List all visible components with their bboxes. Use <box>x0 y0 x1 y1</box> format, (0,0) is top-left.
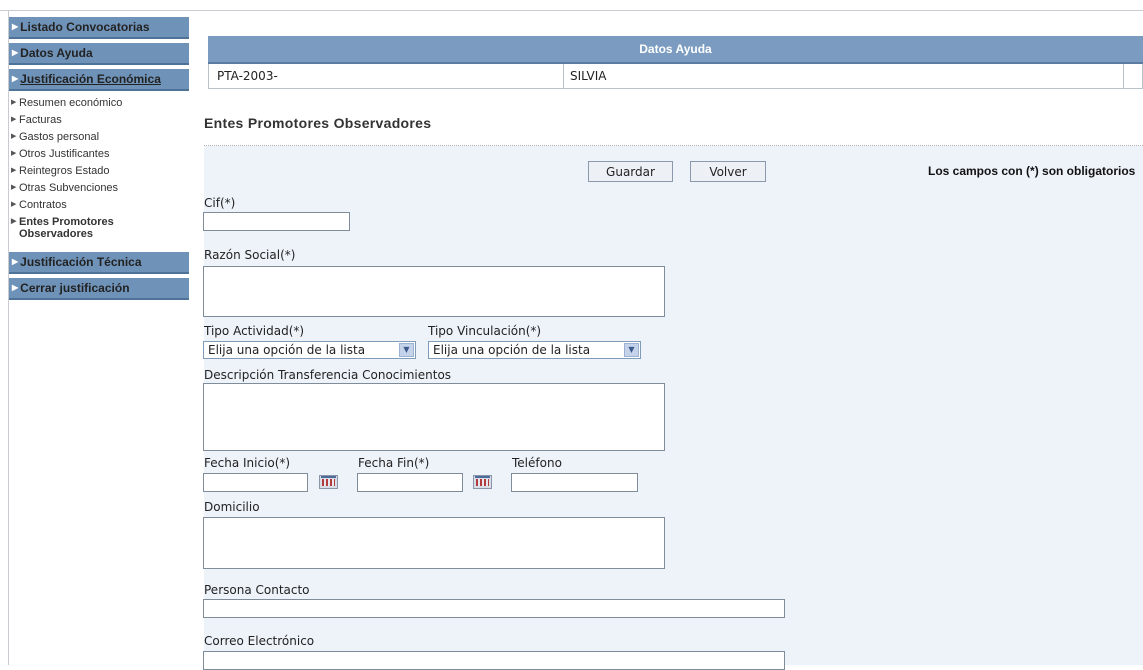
chevron-right-icon: ▶ <box>12 48 19 57</box>
nav-listado-convocatorias[interactable]: ▶ Listado Convocatorias <box>9 17 189 39</box>
chevron-right-icon: ▶ <box>12 74 19 83</box>
chevron-right-icon: ▶ <box>11 201 17 208</box>
datos-ayuda-header: Datos Ayuda <box>208 36 1143 64</box>
tipo-actividad-select[interactable]: Elija una opción de la lista ▼ <box>203 341 416 359</box>
ayuda-code: PTA-2003- <box>209 64 564 88</box>
page-title: Entes Promotores Observadores <box>204 115 432 131</box>
chevron-right-icon: ▶ <box>11 218 17 225</box>
tipo-vinculacion-select[interactable]: Elija una opción de la lista ▼ <box>428 341 641 359</box>
subitem-contratos[interactable]: ▶ Contratos <box>11 199 189 211</box>
ayuda-name: SILVIA <box>564 64 1124 88</box>
calendar-icon[interactable] <box>473 475 492 489</box>
back-button[interactable]: Volver <box>690 161 766 182</box>
descripcion-field[interactable] <box>203 383 665 451</box>
subitem-reintegros-estado[interactable]: ▶ Reintegros Estado <box>11 165 189 177</box>
tipo-actividad-selected: Elija una opción de la lista <box>208 343 366 357</box>
calendar-icon[interactable] <box>319 475 338 489</box>
correo-field[interactable] <box>203 651 785 670</box>
subitem-facturas[interactable]: ▶ Facturas <box>11 114 189 126</box>
domicilio-label: Domicilio <box>204 500 260 514</box>
chevron-down-icon[interactable]: ▼ <box>624 343 639 357</box>
fecha-fin-label: Fecha Fin(*) <box>358 456 430 470</box>
table-row: PTA-2003- SILVIA <box>208 64 1143 89</box>
domicilio-field[interactable] <box>203 517 665 569</box>
persona-contacto-field[interactable] <box>203 599 785 618</box>
tipo-vinculacion-selected: Elija una opción de la lista <box>433 343 591 357</box>
tipo-vinculacion-label: Tipo Vinculación(*) <box>428 324 542 338</box>
chevron-right-icon: ▶ <box>12 283 19 292</box>
razon-social-field[interactable] <box>203 266 665 317</box>
required-fields-note: Los campos con (*) son obligatorios <box>928 164 1136 178</box>
nav-justificacion-economica[interactable]: ▶ Justificación Económica <box>9 69 189 91</box>
tipo-actividad-label: Tipo Actividad(*) <box>204 324 305 338</box>
chevron-right-icon: ▶ <box>12 257 19 266</box>
save-button[interactable]: Guardar <box>588 161 673 182</box>
top-divider <box>0 10 1143 11</box>
chevron-right-icon: ▶ <box>11 184 17 191</box>
correo-label: Correo Electrónico <box>204 634 315 648</box>
fecha-fin-field[interactable] <box>357 473 463 492</box>
chevron-down-icon[interactable]: ▼ <box>399 343 414 357</box>
chevron-right-icon: ▶ <box>11 99 17 106</box>
ayuda-extra <box>1124 64 1142 88</box>
descripcion-label: Descripción Transferencia Conocimientos <box>204 368 452 382</box>
subitem-otros-justificantes[interactable]: ▶ Otros Justificantes <box>11 148 189 160</box>
fecha-inicio-label: Fecha Inicio(*) <box>204 456 291 470</box>
nav-datos-ayuda[interactable]: ▶ Datos Ayuda <box>9 43 189 65</box>
nav-justificacion-tecnica[interactable]: ▶ Justificación Técnica <box>9 252 189 274</box>
subitem-resumen-economico[interactable]: ▶ Resumen económico <box>11 97 189 109</box>
fecha-inicio-field[interactable] <box>203 473 308 492</box>
chevron-right-icon: ▶ <box>11 150 17 157</box>
persona-contacto-label: Persona Contacto <box>204 583 310 597</box>
subitem-otras-subvenciones[interactable]: ▶ Otras Subvenciones <box>11 182 189 194</box>
cif-label: Cif(*) <box>204 196 236 210</box>
chevron-right-icon: ▶ <box>11 167 17 174</box>
subitem-entes-promotores[interactable]: ▶ Entes Promotores Observadores <box>11 216 159 240</box>
chevron-right-icon: ▶ <box>11 133 17 140</box>
datos-ayuda-table: Datos Ayuda PTA-2003- SILVIA <box>208 36 1143 89</box>
subitem-gastos-personal[interactable]: ▶ Gastos personal <box>11 131 189 143</box>
razon-social-label: Razón Social(*) <box>204 248 296 262</box>
nav-cerrar-justificacion[interactable]: ▶ Cerrar justificación <box>9 278 189 300</box>
sidebar: ▶ Listado Convocatorias ▶ Datos Ayuda ▶ Jus… <box>9 17 189 304</box>
telefono-field[interactable] <box>511 473 638 492</box>
chevron-right-icon: ▶ <box>11 116 17 123</box>
telefono-label: Teléfono <box>512 456 562 470</box>
submenu-justificacion-economica: ▶ Resumen económico ▶ Facturas ▶ Gastos per… <box>11 97 189 240</box>
cif-field[interactable] <box>203 212 350 231</box>
chevron-right-icon: ▶ <box>12 22 19 31</box>
